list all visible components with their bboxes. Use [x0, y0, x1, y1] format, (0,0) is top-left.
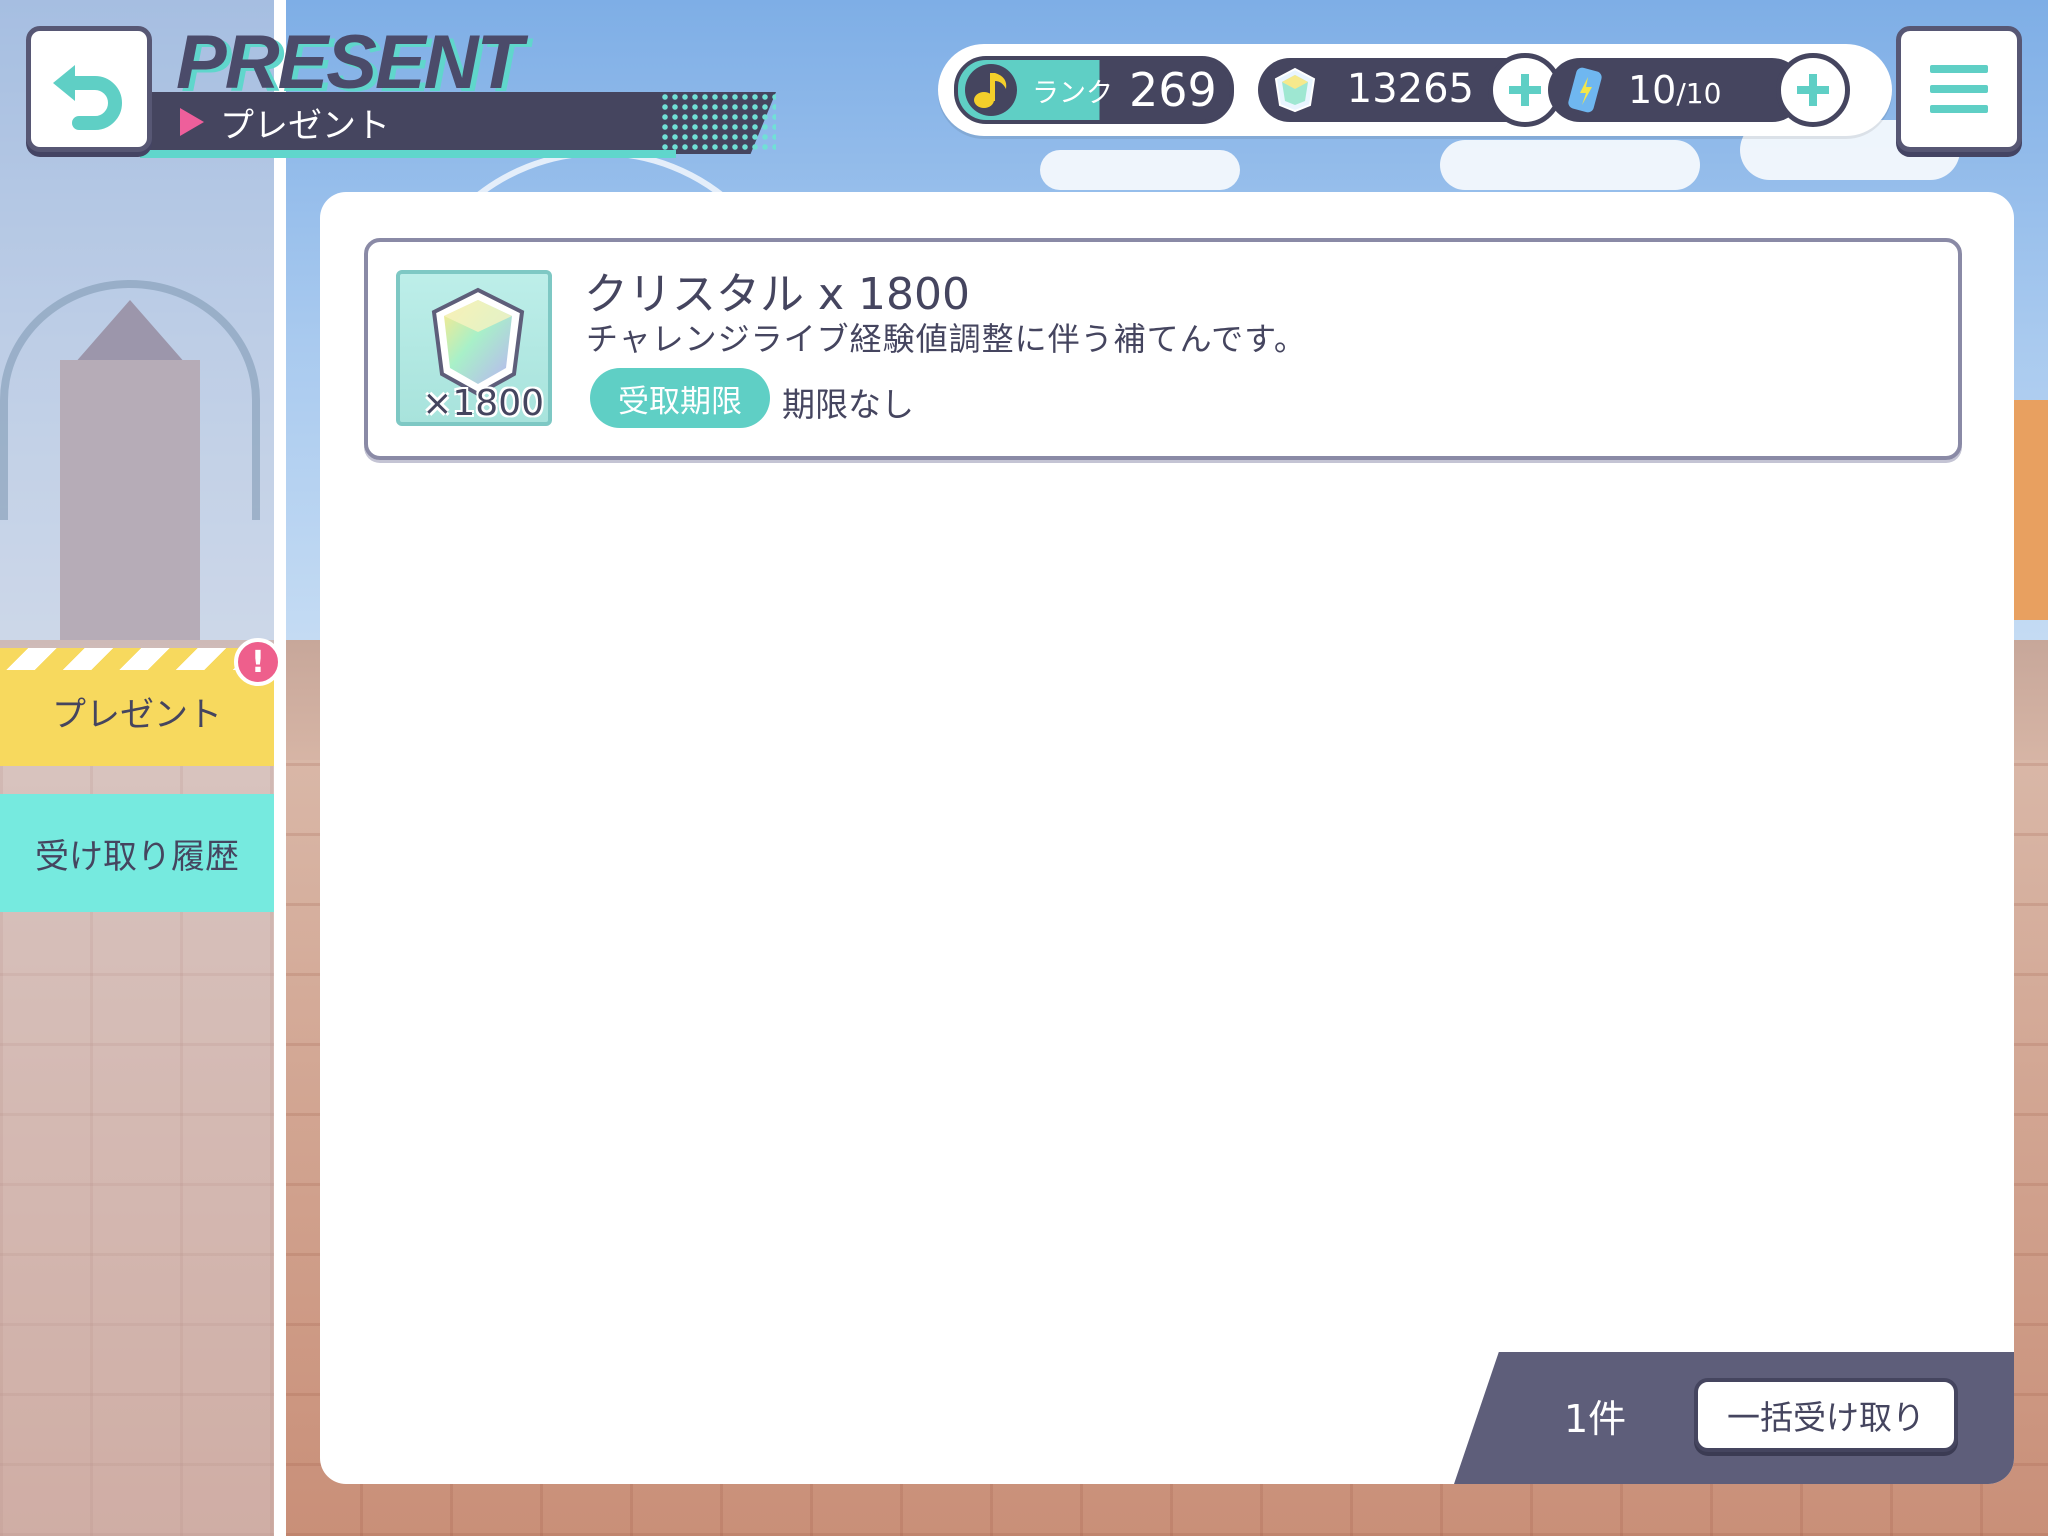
status-bar: ランク 269 13265 10/10 [938, 44, 1892, 136]
deadline-label: 受取期限 [590, 368, 770, 428]
present-count: 1件 [1564, 1397, 1627, 1441]
menu-line [1930, 85, 1988, 93]
rank-value: 269 [1129, 63, 1217, 117]
crystal-count: 13265 [1346, 66, 1474, 112]
present-list-panel: ×1800 クリスタル x 1800 チャレンジライブ経験値調整に伴う補てんです… [320, 192, 2014, 1484]
back-button[interactable] [26, 26, 152, 152]
menu-line [1930, 105, 1988, 113]
buy-energy-button[interactable] [1776, 53, 1850, 127]
item-quantity: ×1800 [422, 383, 544, 424]
rank-label: ランク [1032, 77, 1113, 109]
plus-icon [1509, 74, 1541, 106]
energy-max: /10 [1676, 77, 1722, 110]
cloud [1440, 140, 1700, 190]
cloud [1040, 150, 1240, 190]
tab-present-label: プレゼント [52, 695, 222, 735]
item-thumbnail: ×1800 [396, 270, 552, 426]
rank-display: ランク 269 [954, 56, 1234, 124]
page-subtitle: プレゼント [180, 96, 390, 148]
back-arrow-icon [53, 65, 122, 130]
crystal-icon [431, 287, 525, 397]
music-note-icon [965, 64, 1017, 116]
crystal-icon [1274, 67, 1316, 113]
title-accent-line [140, 150, 676, 158]
deadline-value: 期限なし [782, 385, 914, 424]
notification-badge: ! [234, 638, 282, 686]
tab-present[interactable]: プレゼント [0, 648, 274, 766]
page-title-jp: プレゼント [220, 105, 390, 146]
hamburger-menu-button[interactable] [1896, 26, 2022, 152]
energy-count: 10/10 [1628, 68, 1721, 112]
page-title-en: PRESENT [176, 20, 523, 105]
item-name: クリスタル x 1800 [584, 269, 970, 320]
sidebar-backdrop [0, 0, 274, 1536]
sidebar-divider [274, 0, 286, 1536]
title-banner-pattern [660, 92, 776, 154]
present-item[interactable]: ×1800 クリスタル x 1800 チャレンジライブ経験値調整に伴う補てんです… [364, 238, 1962, 460]
energy-display: 10/10 [1548, 58, 1804, 122]
plus-icon [1797, 74, 1829, 106]
energy-current: 10 [1628, 68, 1677, 112]
menu-line [1930, 65, 1988, 73]
item-description: チャレンジライブ経験値調整に伴う補てんです。 [586, 320, 1307, 358]
play-triangle-icon [180, 108, 204, 136]
tab-received-history[interactable]: 受け取り履歴 [0, 794, 274, 912]
tab-stripes [0, 648, 274, 670]
claim-all-button[interactable]: 一括受け取り [1694, 1378, 1958, 1452]
tab-history-label: 受け取り履歴 [35, 836, 239, 877]
energy-drink-icon [1568, 67, 1602, 113]
